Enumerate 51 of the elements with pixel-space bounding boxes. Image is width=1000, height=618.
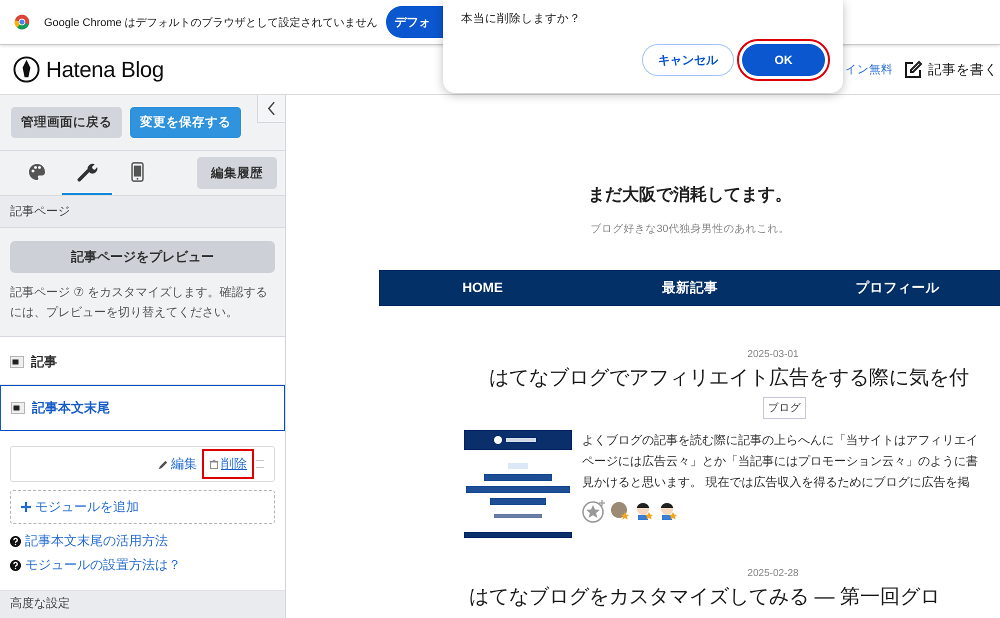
question-icon: [10, 560, 21, 570]
user-avatar-icon[interactable]: [658, 501, 678, 521]
description-text: 記事ページ ⑦ をカスタマイズします。確認するには、プレビューを切り替えてください。: [10, 284, 268, 321]
section-header: 高度な設定: [0, 590, 285, 618]
module-icon: [10, 356, 24, 368]
back-button[interactable]: 管理画面に戻る: [11, 107, 122, 138]
add-module-button[interactable]: モジュールを追加: [10, 490, 275, 524]
post-title[interactable]: はてなブログをカスタマイズしてみる — 第一回グロ: [469, 583, 1000, 610]
pen-nib-logo-icon: [13, 56, 40, 83]
write-article-button[interactable]: 記事を書く: [903, 60, 1000, 80]
plus-icon: [21, 502, 31, 512]
palette-icon: [27, 162, 47, 182]
section-header: 記事ページ: [0, 196, 285, 228]
ok-button[interactable]: OK: [742, 44, 825, 76]
header-link[interactable]: イン無料: [845, 62, 893, 77]
cancel-button[interactable]: キャンセル: [642, 44, 734, 76]
nav-link[interactable]: HOME: [379, 270, 586, 306]
excerpt-line: 見かけると思います。 現在では広告収入を得るためにブログに広告を掲: [582, 474, 970, 491]
module-item[interactable]: 記事本文末尾: [0, 385, 285, 431]
collapse-button[interactable]: [257, 95, 285, 123]
post-title[interactable]: はてなブログでアフィリエイト広告をする際に気を付: [489, 364, 1000, 391]
edit-icon: [903, 60, 923, 80]
nav-link[interactable]: プロフィール: [794, 270, 1000, 306]
delete-link[interactable]: 削除: [206, 453, 250, 475]
category-tag[interactable]: ブログ: [763, 397, 806, 419]
dialog-message: 本当に削除しますか？: [461, 12, 582, 26]
help-link[interactable]: モジュールの設置方法は？: [10, 553, 275, 577]
preview-button[interactable]: 記事ページをプレビュー: [10, 241, 275, 273]
logo-text: Hatena Blog: [46, 56, 164, 82]
excerpt-line: ページには広告云々」とか「当記事にはプロモーション云々」のように書: [582, 453, 978, 470]
blog-tagline: ブログ好きな30代独身男性のあれこれ。: [590, 222, 790, 236]
excerpt-line: よくブログの記事を読む際に記事の上らへんに「当サイトはアフィリエイ: [582, 432, 978, 449]
pencil-icon: [158, 458, 169, 470]
blog-title: まだ大阪で消耗してます。: [587, 184, 793, 206]
wrench-icon: [76, 161, 98, 183]
nav-link[interactable]: 最新記事: [586, 270, 794, 306]
edit-link[interactable]: 編集: [155, 453, 200, 475]
module-icon: [11, 402, 25, 414]
help-link[interactable]: 記事本文末尾の活用方法: [10, 529, 275, 553]
question-icon: [10, 536, 21, 546]
user-avatar-icon[interactable]: [634, 501, 654, 521]
phone-icon: [130, 162, 144, 182]
edit-history-button[interactable]: 編集履歴: [197, 157, 277, 189]
drag-handle-icon[interactable]: [256, 460, 264, 468]
browser-logo-icon: [14, 14, 30, 30]
infobar-message: Google Chrome はデフォルトのブラウザとして設定されていません: [44, 16, 378, 30]
post-date: 2025-03-01: [746, 349, 800, 360]
chevron-left-icon: [267, 101, 276, 116]
post-date: 2025-02-28: [746, 568, 800, 579]
set-default-button[interactable]: デフォ: [386, 6, 444, 38]
trash-icon: [209, 458, 219, 470]
